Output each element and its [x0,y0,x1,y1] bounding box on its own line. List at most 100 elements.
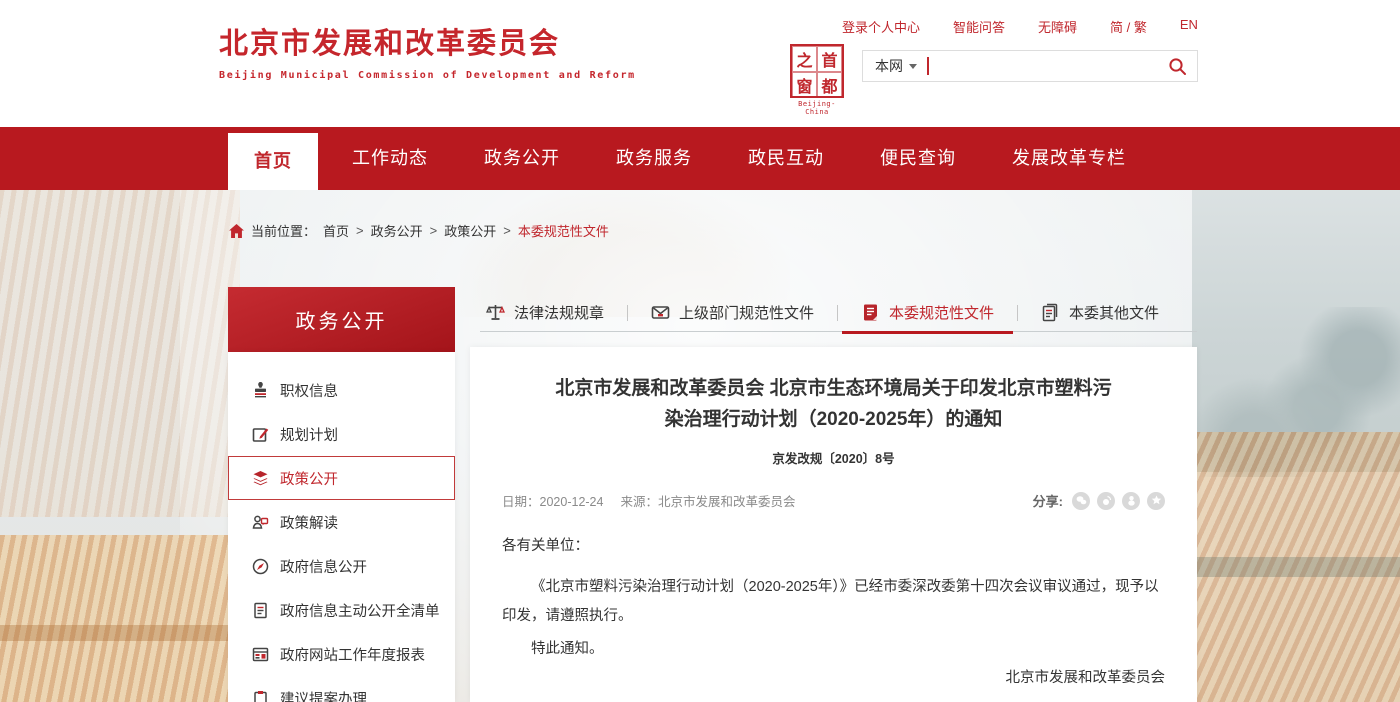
sidebar-item-label: 政府信息主动公开全清单 [280,600,440,621]
capital-window-badge[interactable]: 之 首 窗 都 Beijing-China [790,44,844,116]
sidebar-item-gov-info-disclosure[interactable]: 政府信息公开 [228,544,455,588]
sidebar-item-policy-disclosure[interactable]: 政策公开 [228,456,455,500]
breadcrumb-separator: > [430,223,438,238]
signature: 北京市发展和改革委员会 [502,664,1165,693]
clipboard-icon [252,690,269,702]
tab-laws-regulations[interactable]: 法律法规规章 [480,294,627,332]
breadcrumb-separator: > [503,223,511,238]
badge-char: 都 [817,72,842,98]
breadcrumb-prefix: 当前位置： [251,221,316,240]
tab-commission-normative-docs[interactable]: 本委规范性文件 [838,294,1017,332]
sidebar-title: 政务公开 [228,287,455,352]
search-scope-label: 本网 [875,56,903,76]
nav-item-work-news[interactable]: 工作动态 [352,127,428,190]
mail-doc-icon [651,303,670,322]
document-lines-icon [252,602,269,619]
breadcrumb-separator: > [356,223,364,238]
sidebar-item-label: 政府网站工作年度报表 [280,644,425,665]
breadcrumb: 当前位置： 首页 > 政务公开 > 政策公开 > 本委规范性文件 [229,221,609,240]
search-button[interactable] [1168,57,1187,76]
home-icon [229,224,244,238]
search-scope-dropdown[interactable]: 本网 [875,56,917,76]
chevron-down-icon [909,64,917,69]
article-title: 北京市发展和改革委员会 北京市生态环境局关于印发北京市塑料污染治理行动计划（20… [551,373,1116,435]
badge-char: 首 [817,46,842,72]
article-source: 北京市发展和改革委员会 [658,495,796,509]
nav-item-public-interaction[interactable]: 政民互动 [748,127,824,190]
breadcrumb-home[interactable]: 首页 [323,221,349,240]
sidebar-item-planning[interactable]: 规划计划 [228,412,455,456]
sidebar-item-annual-website-report[interactable]: 政府网站工作年度报表 [228,632,455,676]
header-links: 登录个人中心 智能问答 无障碍 简 / 繁 EN [842,17,1198,36]
layers-icon [252,470,269,487]
sidebar-menu: 职权信息 规划计划 政策公开 政策解读 政府信息公开 [228,352,455,702]
share-label: 分享: [1033,491,1063,510]
sidebar-item-suggestions-proposals[interactable]: 建议提案办理 [228,676,455,702]
compass-icon [252,558,269,575]
sidebar-item-label: 规划计划 [280,424,338,445]
document-copy-icon [1041,303,1060,322]
sidebar-item-label: 政策解读 [280,512,338,533]
stamp-icon [252,382,269,399]
document-number: 京发改规〔2020〕8号 [502,448,1165,467]
search-bar: 本网 [862,50,1198,82]
accessibility-link[interactable]: 无障碍 [1038,17,1077,36]
article-meta: 日期：2020-12-24 来源：北京市发展和改革委员会 分享: [502,491,1165,510]
tab-commission-other-docs[interactable]: 本委其他文件 [1018,294,1182,332]
edit-square-icon [252,426,269,443]
site-subtitle: Beijing Municipal Commission of Developm… [219,70,636,81]
person-chat-icon [252,514,269,531]
sidebar-item-label: 政府信息公开 [280,556,367,577]
qzone-star-icon[interactable] [1147,492,1165,510]
badge-caption: Beijing-China [790,100,844,116]
background-roof-left-ridge [0,625,236,641]
site-logo[interactable]: 北京市发展和改革委员会 Beijing Municipal Commission… [219,20,636,81]
sidebar-item-label: 职权信息 [280,380,338,401]
sidebar-item-label: 政策公开 [280,468,338,489]
article-panel: 北京市发展和改革委员会 北京市生态环境局关于印发北京市塑料污染治理行动计划（20… [470,347,1197,702]
tab-label: 法律法规规章 [514,302,604,323]
source-label: 来源： [620,495,658,509]
weibo-icon[interactable] [1097,492,1115,510]
site-header: 北京市发展和改革委员会 Beijing Municipal Commission… [0,0,1400,127]
tab-label: 本委规范性文件 [889,302,994,323]
report-table-icon [252,646,269,663]
capital-window-seal-icon: 之 首 窗 都 [790,44,844,98]
paragraph: 《北京市塑料污染治理行动计划（2020-2025年）》已经市委深改委第十四次会议… [502,573,1165,631]
scale-icon [486,303,505,322]
nav-item-gov-disclosure[interactable]: 政务公开 [484,127,560,190]
breadcrumb-gov-disclosure[interactable]: 政务公开 [371,221,423,240]
simplified-traditional-link[interactable]: 简 / 繁 [1110,17,1147,36]
english-link[interactable]: EN [1180,17,1198,36]
qq-icon[interactable] [1122,492,1140,510]
smart-qa-link[interactable]: 智能问答 [953,17,1005,36]
nav-item-convenience-query[interactable]: 便民查询 [880,127,956,190]
sidebar-item-policy-interpretation[interactable]: 政策解读 [228,500,455,544]
background-roof-right-shadow [1195,557,1400,577]
sidebar: 政务公开 职权信息 规划计划 政策公开 政策解读 [228,287,455,702]
login-personal-center-link[interactable]: 登录个人中心 [842,17,920,36]
nav-item-home[interactable]: 首页 [228,133,318,190]
site-title: 北京市发展和改革委员会 [219,20,636,62]
badge-char: 之 [792,46,817,72]
sidebar-item-label: 建议提案办理 [280,688,367,702]
wechat-icon[interactable] [1072,492,1090,510]
sidebar-item-proactive-disclosure-list[interactable]: 政府信息主动公开全清单 [228,588,455,632]
nav-item-reform-special[interactable]: 发展改革专栏 [1012,127,1126,190]
tab-superior-normative-docs[interactable]: 上级部门规范性文件 [628,294,837,332]
search-input[interactable] [929,51,1169,81]
main-navigation: 首页 工作动态 政务公开 政务服务 政民互动 便民查询 发展改革专栏 [0,127,1400,190]
badge-char: 窗 [792,72,817,98]
red-document-icon [861,303,880,322]
salutation: 各有关单位： [502,532,1165,561]
sidebar-item-authority-info[interactable]: 职权信息 [228,368,455,412]
article-date: 2020-12-24 [540,495,604,509]
nav-item-gov-services[interactable]: 政务服务 [616,127,692,190]
breadcrumb-policy-disclosure[interactable]: 政策公开 [444,221,496,240]
breadcrumb-current: 本委规范性文件 [518,221,609,240]
article-date-source: 日期：2020-12-24 来源：北京市发展和改革委员会 [502,491,795,510]
article-body: 各有关单位： 《北京市塑料污染治理行动计划（2020-2025年）》已经市委深改… [502,532,1165,693]
tab-label: 本委其他文件 [1069,302,1159,323]
share-bar: 分享: [1033,491,1165,510]
document-category-tabs: 法律法规规章 上级部门规范性文件 本委规范性文件 本委其他文件 [480,294,1197,332]
